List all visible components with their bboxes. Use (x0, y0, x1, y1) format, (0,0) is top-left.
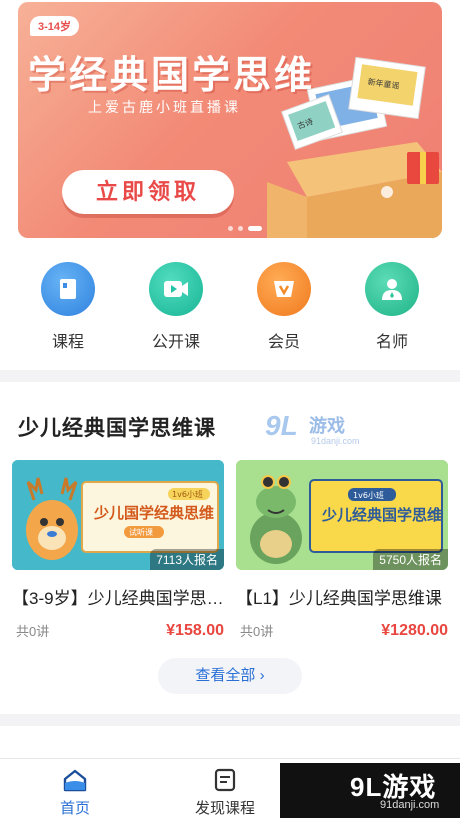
nav-label: 课程 (51, 334, 84, 351)
course-title: 【L1】少儿经典国学思维课 (236, 589, 442, 608)
nav-item-open-class[interactable]: 公开课 (131, 250, 221, 370)
carousel-dot-active[interactable] (248, 226, 262, 231)
watermark-url: 91danji.com (380, 799, 440, 811)
course-price: ¥158.00 (166, 621, 224, 639)
course-card[interactable]: 1v6小班 少儿经典国学思维 5750人报名 【L1】少儿经典国学思维课 共0讲… (236, 460, 448, 640)
course-section: 少儿经典国学思维课 1v6小班 少儿国学经典思维 试听课 7113人报名 【3-… (0, 382, 460, 714)
thumb-tag: 1v6小班 (172, 489, 203, 499)
age-tag: 3-14岁 (30, 16, 80, 36)
course-price: ¥1280.00 (381, 621, 448, 639)
carousel-dot[interactable] (238, 226, 243, 231)
next-section-peek (0, 726, 460, 758)
lesson-count: 共0讲 (240, 624, 274, 639)
book-icon (41, 262, 95, 316)
tab-discover[interactable]: 发现课程 (150, 759, 300, 818)
course-meta: 共0讲 ¥158.00 (12, 621, 224, 640)
watermark-url: 91danji.com (311, 436, 360, 446)
course-thumbnail: 1v6小班 少儿国学经典思维 试听课 7113人报名 (12, 460, 224, 570)
banner-area: 3-14岁 学经典国学思维 上爱古鹿小班直播课 立即领取 新年童谣 古诗 (0, 0, 460, 250)
thumb-badge: 试听课 (129, 527, 153, 537)
section-title: 少儿经典国学思维课 (18, 417, 216, 440)
enroll-count: 7113人报名 (150, 549, 224, 570)
vip-icon (257, 262, 311, 316)
tab-label: 首页 (59, 800, 90, 817)
watermark-badge: 9L游戏 91danji.com (280, 763, 460, 818)
course-card[interactable]: 1v6小班 少儿国学经典思维 试听课 7113人报名 【3-9岁】少儿经典国学思… (12, 460, 224, 640)
gift-box-illustration: 新年童谣 古诗 (267, 56, 442, 238)
tab-label: 发现课程 (194, 800, 255, 817)
carousel-dot[interactable] (228, 226, 233, 231)
app-screen: 3-14岁 学经典国学思维 上爱古鹿小班直播课 立即领取 新年童谣 古诗 课程 … (0, 0, 460, 818)
promo-banner[interactable]: 3-14岁 学经典国学思维 上爱古鹿小班直播课 立即领取 新年童谣 古诗 (18, 2, 442, 238)
nav-item-courses[interactable]: 课程 (23, 250, 113, 370)
banner-subtitle: 上爱古鹿小班直播课 (88, 99, 241, 115)
view-all-button[interactable]: 查看全部 › (158, 658, 302, 694)
nav-label: 会员 (267, 334, 300, 351)
thumb-tag: 1v6小班 (353, 490, 384, 500)
discover-icon (214, 768, 236, 792)
lesson-count: 共0讲 (16, 624, 50, 639)
course-list: 1v6小班 少儿国学经典思维 试听课 7113人报名 【3-9岁】少儿经典国学思… (12, 460, 460, 640)
thumb-title: 少儿经典国学思维 (321, 506, 442, 524)
video-icon (149, 262, 203, 316)
watermark-part: 游戏 (309, 416, 345, 436)
course-meta: 共0讲 ¥1280.00 (236, 621, 448, 640)
category-nav: 课程 公开课 会员 名师 (0, 250, 460, 370)
nav-label: 公开课 (151, 334, 200, 351)
tab-home[interactable]: 首页 (0, 759, 150, 818)
claim-button[interactable]: 立即领取 (62, 170, 234, 214)
nav-item-vip[interactable]: 会员 (239, 250, 329, 370)
nav-item-teachers[interactable]: 名师 (347, 250, 437, 370)
course-thumbnail: 1v6小班 少儿经典国学思维 5750人报名 (236, 460, 448, 570)
watermark-part: 9L (265, 410, 298, 441)
home-icon (63, 769, 87, 792)
course-title: 【3-9岁】少儿经典国学思维课 (12, 589, 224, 608)
carousel-dots[interactable] (228, 226, 262, 231)
nav-label: 名师 (375, 334, 408, 351)
enroll-count: 5750人报名 (373, 549, 448, 570)
teacher-icon (365, 262, 419, 316)
watermark-logo: 9L 游戏 91danji.com (265, 410, 365, 450)
thumb-title: 少儿国学经典思维 (93, 504, 214, 522)
